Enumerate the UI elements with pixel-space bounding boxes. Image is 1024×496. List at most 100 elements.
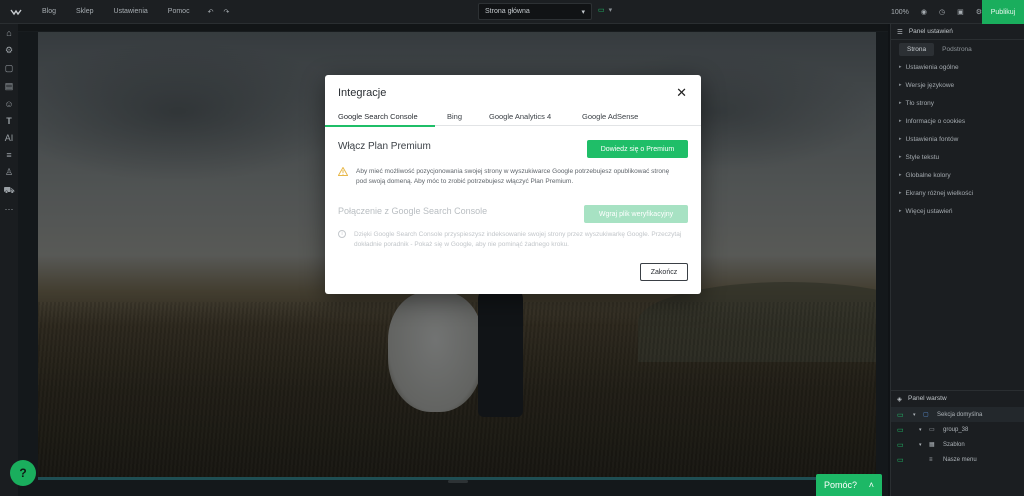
- chevron-up-icon: ˄: [868, 480, 874, 490]
- settings-panel-title: Panel ustawień: [908, 28, 953, 35]
- smiley-icon[interactable]: ☺: [4, 99, 13, 109]
- connect-heading: Połączenie z Google Search Console: [338, 206, 488, 216]
- grid-icon: ▦: [929, 442, 935, 448]
- tab-bing[interactable]: Bing: [447, 112, 462, 121]
- top-menu: Blog Sklep Ustawienia Pomoc: [32, 8, 200, 15]
- settings-panel-header: ☰ Panel ustawień: [891, 24, 1024, 40]
- history-icon[interactable]: ◷: [939, 8, 945, 16]
- tab-page[interactable]: Strona: [899, 42, 935, 56]
- layer-item[interactable]: ▭ ▾ ▭ group_38: [891, 422, 1024, 437]
- menu-help[interactable]: Pomoc: [158, 8, 200, 15]
- monitor-icon: ▭: [897, 456, 904, 464]
- upload-verification-button[interactable]: Wgraj plik weryfikacyjny: [584, 205, 688, 223]
- tab-google-search-console[interactable]: Google Search Console: [338, 112, 418, 121]
- active-tab-indicator: [325, 125, 435, 127]
- settings-item-label: Globalne kolory: [905, 171, 951, 179]
- apps-icon[interactable]: ♙: [5, 167, 13, 178]
- menu-icon: ≡: [929, 456, 933, 463]
- modal-tabs: Google Search Console Bing Google Analyt…: [325, 106, 701, 127]
- settings-item[interactable]: ▸ Style tekstu: [891, 148, 1024, 166]
- logo-icon[interactable]: [0, 8, 32, 16]
- premium-heading: Włącz Plan Premium: [338, 141, 431, 152]
- settings-item[interactable]: ▸ Ekrany różnej wielkości: [891, 184, 1024, 202]
- layer-label: Nasze menu: [943, 456, 977, 463]
- settings-item[interactable]: ▸ Globalne kolory: [891, 166, 1024, 184]
- settings-tabs: Strona Podstrona: [891, 40, 1024, 58]
- integrations-modal: Integracje ✕ Google Search Console Bing …: [325, 75, 701, 294]
- layer-label: Sekcja domyślna: [937, 411, 983, 418]
- help-button-label: Pomóc?: [824, 480, 858, 490]
- text-icon[interactable]: T: [6, 116, 12, 126]
- caret-down-icon: ▾: [919, 426, 922, 433]
- tab-google-adsense[interactable]: Google AdSense: [582, 112, 638, 121]
- layer-item[interactable]: ▭ ≡ Nasze menu: [891, 452, 1024, 467]
- layers-icon: ◈: [897, 395, 902, 403]
- help-button[interactable]: Pomóc? ˄: [816, 474, 882, 496]
- premium-warning-text: Aby mieć możliwość pozycjonowania swojej…: [356, 168, 670, 185]
- settings-item[interactable]: ▸ Ustawienia ogólne: [891, 58, 1024, 76]
- left-toolbar: ⌂ ⚙ ▢ ▤ ☺ T AI ≡ ♙ ⛟ ⋯: [0, 24, 18, 496]
- settings-item-label: Informacje o cookies: [905, 117, 966, 125]
- cart-icon[interactable]: ⛟: [3, 185, 14, 197]
- gear-icon[interactable]: ⚙: [5, 45, 13, 56]
- info-text: Dzięki Google Search Console przyspieszy…: [354, 231, 682, 248]
- settings-item-label: Ekrany różnej wielkości: [905, 189, 974, 197]
- menu-shop[interactable]: Sklep: [66, 8, 104, 15]
- redo-icon[interactable]: ↷: [223, 8, 229, 16]
- chevron-right-icon: ▸: [899, 208, 902, 214]
- publish-button[interactable]: Publikuj: [982, 0, 1024, 24]
- top-bar: Blog Sklep Ustawienia Pomoc ↶ ↷ Strona g…: [0, 0, 1024, 24]
- chevron-right-icon: ▸: [899, 190, 902, 196]
- warning-icon: [338, 167, 348, 176]
- undo-icon[interactable]: ↶: [208, 8, 214, 16]
- monitor-icon: ▭: [897, 426, 904, 434]
- pages-icon[interactable]: ⌂: [6, 28, 11, 38]
- chat-bubble-icon[interactable]: ?: [10, 460, 36, 486]
- editor-app: Blog Sklep Ustawienia Pomoc ↶ ↷ Strona g…: [0, 0, 1024, 496]
- chevron-right-icon: ▸: [899, 118, 902, 124]
- modal-title: Integracje: [338, 87, 387, 99]
- menu-settings[interactable]: Ustawienia: [104, 8, 158, 15]
- settings-item[interactable]: ▸ Wersje językowe: [891, 76, 1024, 94]
- section-icon[interactable]: ▢: [5, 63, 14, 74]
- settings-item-label: Tło strony: [905, 99, 935, 107]
- chevron-right-icon: ▸: [899, 82, 902, 88]
- tab-google-analytics[interactable]: Google Analytics 4: [489, 112, 551, 121]
- settings-item-label: Ustawienia ogólne: [905, 63, 959, 71]
- chevron-down-icon: ▾: [608, 7, 613, 14]
- chevron-down-icon: ▾: [581, 8, 585, 16]
- save-icon[interactable]: ▣: [957, 8, 964, 16]
- layers-panel-title: Panel warstw: [908, 395, 947, 402]
- chevron-right-icon: ▸: [899, 64, 902, 70]
- menu-blog[interactable]: Blog: [32, 8, 66, 15]
- chevron-right-icon: ▸: [899, 172, 902, 178]
- settings-item[interactable]: ▸ Więcej ustawień: [891, 202, 1024, 220]
- chevron-right-icon: ▸: [899, 136, 902, 142]
- more-icon[interactable]: ⋯: [5, 204, 14, 215]
- device-switcher[interactable]: ▭ ▾: [598, 6, 612, 14]
- layer-label: group_38: [943, 426, 969, 433]
- top-right-tools: 100% ◉ ◷ ▣ ⚙: [891, 0, 982, 24]
- zoom-level[interactable]: 100%: [891, 9, 909, 16]
- menu-icon[interactable]: ≡: [6, 150, 11, 160]
- settings-item[interactable]: ▸ Ustawienia fontów: [891, 130, 1024, 148]
- eye-icon[interactable]: ◉: [921, 8, 927, 16]
- layout-icon[interactable]: ▤: [5, 81, 14, 92]
- learn-premium-button[interactable]: Dowiedz się o Premium: [587, 140, 688, 158]
- settings-item-label: Ustawienia fontów: [905, 135, 959, 143]
- chevron-right-icon: ▸: [899, 100, 902, 106]
- tab-subpage[interactable]: Podstrona: [934, 43, 980, 56]
- close-icon[interactable]: ✕: [676, 85, 687, 101]
- finish-button[interactable]: Zakończ: [640, 263, 688, 281]
- settings-item-label: Style tekstu: [905, 153, 940, 161]
- ai-icon[interactable]: AI: [5, 133, 14, 143]
- settings-item[interactable]: ▸ Informacje o cookies: [891, 112, 1024, 130]
- settings-item[interactable]: ▸ Tło strony: [891, 94, 1024, 112]
- layer-item[interactable]: ▭ ▾ ▦ Szablon: [891, 437, 1024, 452]
- layer-item[interactable]: ▭ ▾ ▢ Sekcja domyślna: [891, 407, 1024, 422]
- page-select-value: Strona główna: [485, 8, 530, 15]
- caret-down-icon: ▾: [919, 441, 922, 448]
- monitor-icon: ▭: [897, 411, 904, 419]
- folder-icon: ▭: [929, 427, 935, 433]
- page-select[interactable]: Strona główna ▾: [478, 3, 592, 20]
